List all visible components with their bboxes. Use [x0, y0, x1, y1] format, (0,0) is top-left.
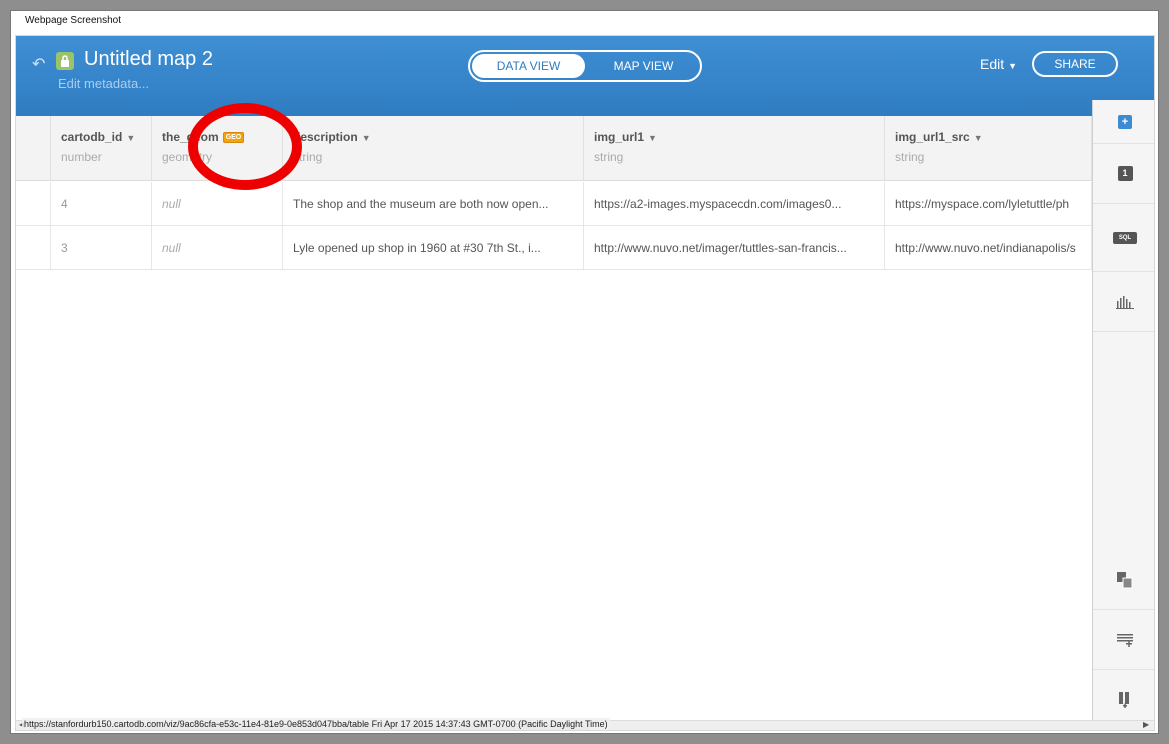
caret-down-icon[interactable]: ▼: [648, 133, 657, 143]
bar-chart-icon: [1116, 295, 1134, 309]
column-type: number: [61, 150, 102, 164]
right-toolbar: + 1 SQL: [1092, 100, 1154, 730]
add-layer-button[interactable]: +: [1093, 100, 1154, 144]
analysis-panel-button[interactable]: [1093, 272, 1154, 332]
add-row-button[interactable]: [1093, 610, 1154, 670]
sql-icon: SQL: [1113, 231, 1137, 244]
edit-metadata-link[interactable]: Edit metadata...: [58, 76, 149, 91]
cell-img-url1-src[interactable]: https://myspace.com/lyletuttle/ph: [885, 182, 1092, 225]
column-header-img-url1-src[interactable]: img_url1_src ▼ string: [885, 116, 1092, 180]
column-header-img-url1[interactable]: img_url1 ▼ string: [584, 116, 885, 180]
number-one-icon: 1: [1117, 166, 1133, 181]
cell-img-url1-src[interactable]: http://www.nuvo.net/indianapolis/s: [885, 226, 1092, 269]
cell-the-geom[interactable]: null: [152, 182, 283, 225]
cell-description[interactable]: The shop and the museum are both now ope…: [283, 182, 584, 225]
view-toggle: DATA VIEW MAP VIEW: [468, 50, 702, 82]
tab-data-view[interactable]: DATA VIEW: [472, 54, 585, 78]
map-title[interactable]: Untitled map 2: [84, 48, 213, 71]
caret-down-icon[interactable]: ▼: [974, 133, 983, 143]
column-name: description: [293, 130, 358, 144]
add-row-icon: [1117, 633, 1133, 647]
cell-img-url1[interactable]: https://a2-images.myspacecdn.com/images0…: [584, 182, 885, 225]
filter-panel-button[interactable]: 1: [1093, 144, 1154, 204]
lock-icon[interactable]: [56, 52, 74, 70]
browser-viewport: ↶ Untitled map 2 Edit metadata... DATA V…: [15, 35, 1155, 731]
merge-tables-icon: [1117, 571, 1133, 588]
add-column-icon: [1119, 692, 1129, 708]
column-name: cartodb_id: [61, 130, 123, 144]
cell-cartodb-id[interactable]: 3: [51, 226, 152, 269]
caret-down-icon[interactable]: ▼: [362, 133, 371, 143]
row-selector[interactable]: [16, 182, 51, 225]
column-header-cartodb-id[interactable]: cartodb_id ▼ number: [51, 116, 152, 180]
screenshot-frame: Webpage Screenshot ↶ Untitled map 2 Edit…: [10, 10, 1159, 734]
row-selector-header: [16, 116, 51, 180]
column-name: img_url1_src: [895, 130, 970, 144]
caret-down-icon[interactable]: ▼: [126, 133, 135, 143]
column-type: string: [594, 150, 624, 164]
table-header-row: cartodb_id ▼ number the_geom GEO geometry …: [16, 116, 1092, 181]
sql-panel-button[interactable]: SQL: [1093, 204, 1154, 272]
map-header: ↶ Untitled map 2 Edit metadata... DATA V…: [16, 36, 1154, 116]
plus-icon: +: [1118, 114, 1132, 129]
cell-description[interactable]: Lyle opened up shop in 1960 at #30 7th S…: [283, 226, 584, 269]
merge-tables-button[interactable]: [1093, 550, 1154, 610]
scroll-right-arrow-icon[interactable]: ▶: [1143, 720, 1149, 729]
highlight-circle-annotation: [188, 103, 302, 190]
column-type: string: [293, 150, 323, 164]
cell-img-url1[interactable]: http://www.nuvo.net/imager/tuttles-san-f…: [584, 226, 885, 269]
tab-map-view[interactable]: MAP VIEW: [587, 52, 700, 80]
cell-the-geom[interactable]: null: [152, 226, 283, 269]
table-row: 4 null The shop and the museum are both …: [16, 182, 1092, 226]
column-name: img_url1: [594, 130, 645, 144]
back-arrow-icon[interactable]: ↶: [32, 54, 45, 74]
table-row: 3 null Lyle opened up shop in 1960 at #3…: [16, 226, 1092, 270]
caret-down-icon: ▼: [1008, 61, 1018, 71]
edit-menu-label: Edit: [980, 56, 1005, 72]
column-type: string: [895, 150, 925, 164]
edit-menu-button[interactable]: Edit ▼: [980, 56, 1017, 72]
column-header-description[interactable]: description ▼ string: [283, 116, 584, 180]
cell-cartodb-id[interactable]: 4: [51, 182, 152, 225]
window-caption: Webpage Screenshot: [25, 15, 121, 26]
status-url: https://stanfordurb150.cartodb.com/viz/9…: [22, 718, 610, 730]
row-selector[interactable]: [16, 226, 51, 269]
share-button[interactable]: SHARE: [1032, 51, 1118, 77]
